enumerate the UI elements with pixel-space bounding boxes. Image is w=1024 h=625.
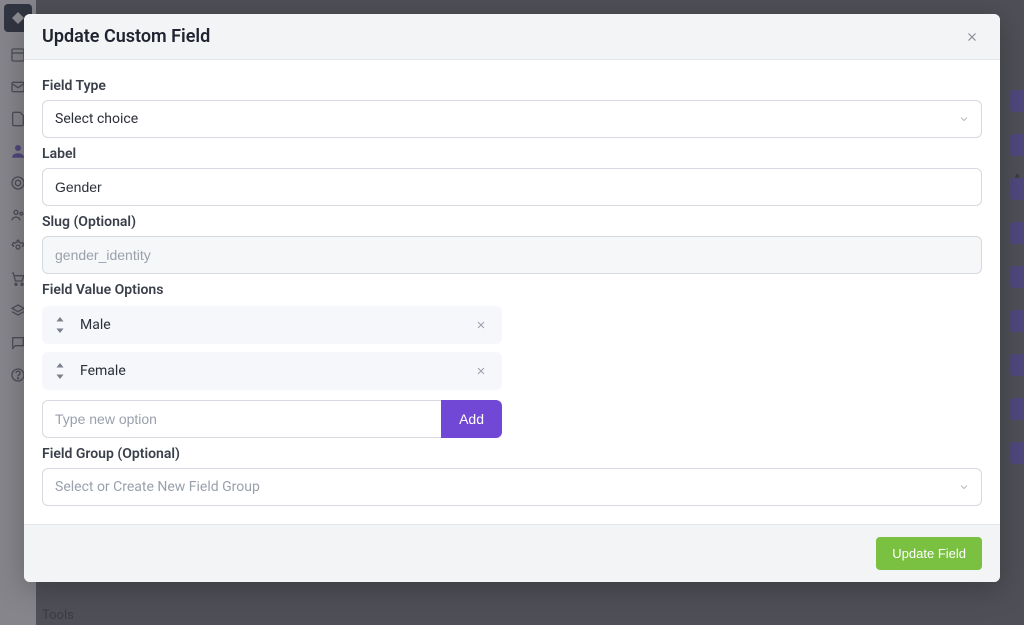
update-field-button[interactable]: Update Field [876,537,982,570]
close-icon[interactable] [962,27,982,47]
field-group-label: Field Group (Optional) [42,446,982,462]
modal-title: Update Custom Field [42,26,210,47]
option-row: Female [42,352,502,390]
label-label: Label [42,146,982,162]
modal-header: Update Custom Field [24,14,1000,60]
field-type-select[interactable]: Select choice [42,100,982,138]
add-option-button[interactable]: Add [441,400,502,438]
sort-handle-icon[interactable] [54,317,66,333]
field-value-options-label: Field Value Options [42,282,982,298]
option-text: Male [80,317,472,333]
remove-option-icon[interactable] [472,362,490,380]
option-row: Male [42,306,502,344]
add-option-input[interactable] [42,400,441,438]
field-group-select[interactable]: Select or Create New Field Group [42,468,982,506]
option-text: Female [80,363,472,379]
slug-input[interactable] [42,236,982,274]
label-input[interactable] [42,168,982,206]
remove-option-icon[interactable] [472,316,490,334]
slug-label: Slug (Optional) [42,214,982,230]
options-area: Male Female Add [42,306,502,438]
update-custom-field-modal: Update Custom Field Field Type Select ch… [24,14,1000,582]
field-type-value: Select choice [42,100,982,138]
modal-body: Field Type Select choice Label Slug (Opt… [24,60,1000,524]
modal-footer: Update Field [24,524,1000,582]
sort-handle-icon[interactable] [54,363,66,379]
field-group-placeholder: Select or Create New Field Group [42,468,982,506]
field-type-label: Field Type [42,78,982,94]
add-option-row: Add [42,400,502,438]
